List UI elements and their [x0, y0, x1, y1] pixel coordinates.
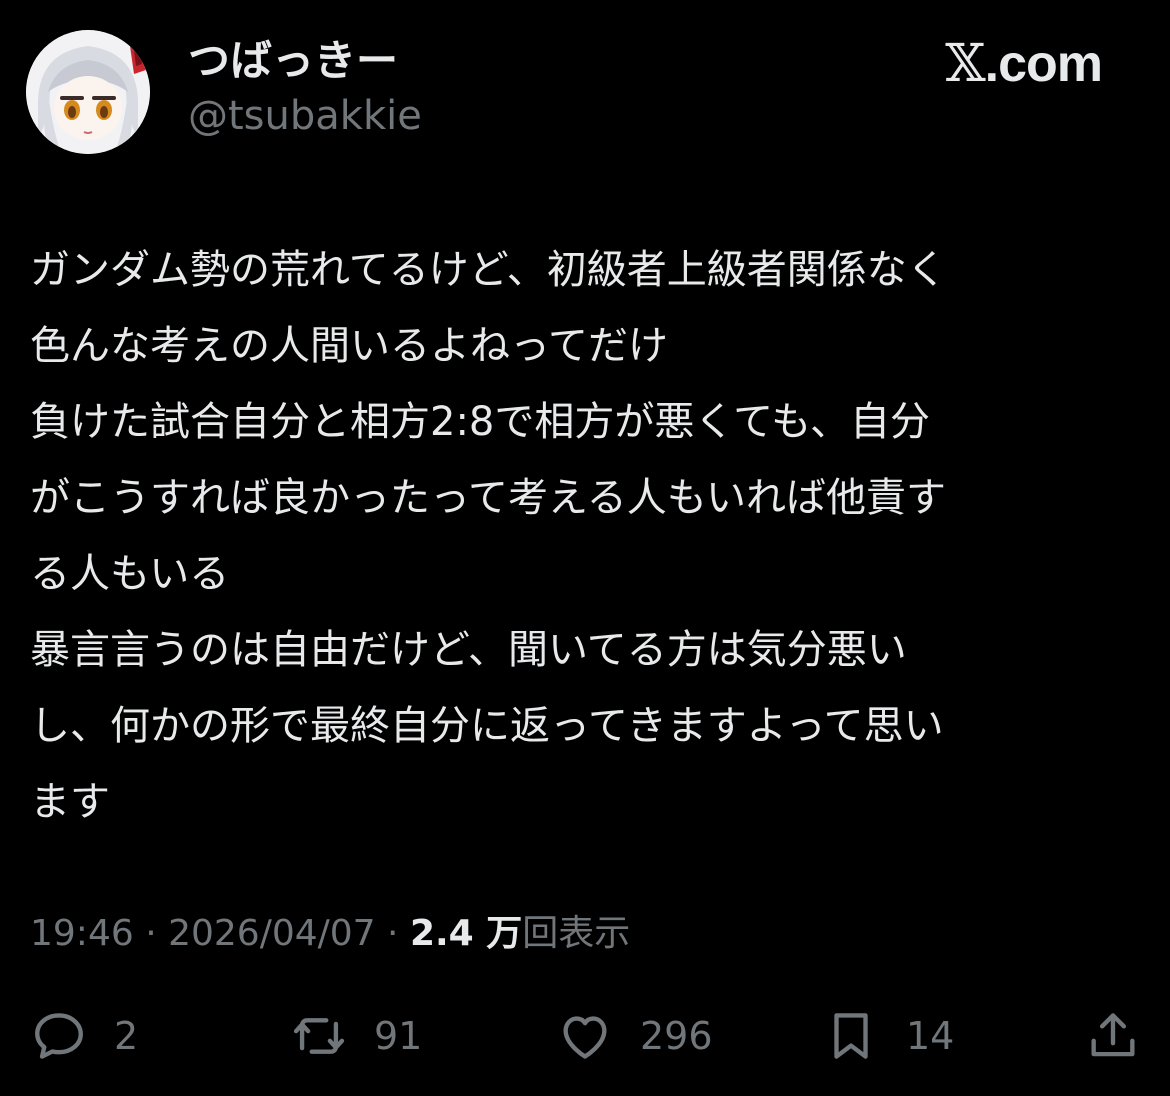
tweet-line: し、何かの形で最終自分に返ってきますよって思い — [30, 703, 944, 749]
repost-arrows-icon — [293, 1018, 345, 1054]
tweet-line: 暴言言うのは自由だけど、聞いてる方は気分悪い — [30, 627, 907, 673]
tweet-line: ます — [30, 779, 110, 825]
user-handle[interactable]: @tsubakkie — [188, 94, 422, 138]
views-label: 回表示 — [522, 913, 631, 954]
share-upload-icon — [1091, 1013, 1135, 1057]
tweet-meta: 19:46 · 2026/04/07 · 2.4 万回表示 — [30, 908, 630, 960]
tweet-line: ガンダム勢の荒れてるけど、初級者上級者関係なく — [30, 247, 947, 293]
avatar[interactable] — [26, 30, 150, 154]
tweet-text: ガンダム勢の荒れてるけど、初級者上級者関係なく 色んな考えの人間いるよねってだけ… — [30, 232, 1140, 840]
tweet-line: 色んな考えの人間いるよねってだけ — [30, 323, 668, 369]
speech-bubble-icon — [35, 1013, 83, 1059]
tweet-screenshot: つばっきー @tsubakkie 𝕏.com ガンダム勢の荒れてるけど、初級者上… — [0, 0, 1170, 1096]
bookmark-icon — [834, 1013, 868, 1059]
avatar-illustration — [26, 30, 150, 154]
tweet-line: 負けた試合自分と相方2:8で相方が悪くても、自分 — [30, 399, 930, 445]
like-button[interactable]: 296 — [556, 996, 713, 1076]
meta-separator: · — [133, 913, 169, 954]
action-bar: 2 91 296 14 — [0, 996, 1170, 1076]
tweet-date[interactable]: 2026/04/07 — [168, 913, 376, 954]
meta-separator: · — [375, 913, 410, 954]
repost-button[interactable]: 91 — [290, 996, 422, 1076]
display-name[interactable]: つばっきー — [188, 37, 398, 84]
bookmark-count: 14 — [906, 1014, 955, 1058]
tweet-time[interactable]: 19:46 — [30, 913, 134, 954]
reply-button[interactable]: 2 — [30, 996, 138, 1076]
brand-domain: .com — [984, 35, 1103, 93]
tweet-line: る人もいる — [30, 551, 230, 597]
x-brand-logo: 𝕏.com — [945, 34, 1103, 94]
like-count: 296 — [640, 1014, 713, 1058]
tweet-line: がこうすれば良かったって考える人もいれば他責す — [30, 475, 946, 521]
views-count: 2.4 万 — [409, 913, 523, 954]
share-button[interactable] — [1084, 996, 1142, 1076]
x-logo-icon: 𝕏 — [945, 34, 985, 94]
bookmark-button[interactable]: 14 — [822, 996, 954, 1076]
heart-icon — [563, 1016, 607, 1059]
repost-count: 91 — [374, 1014, 423, 1058]
reply-count: 2 — [114, 1014, 139, 1058]
